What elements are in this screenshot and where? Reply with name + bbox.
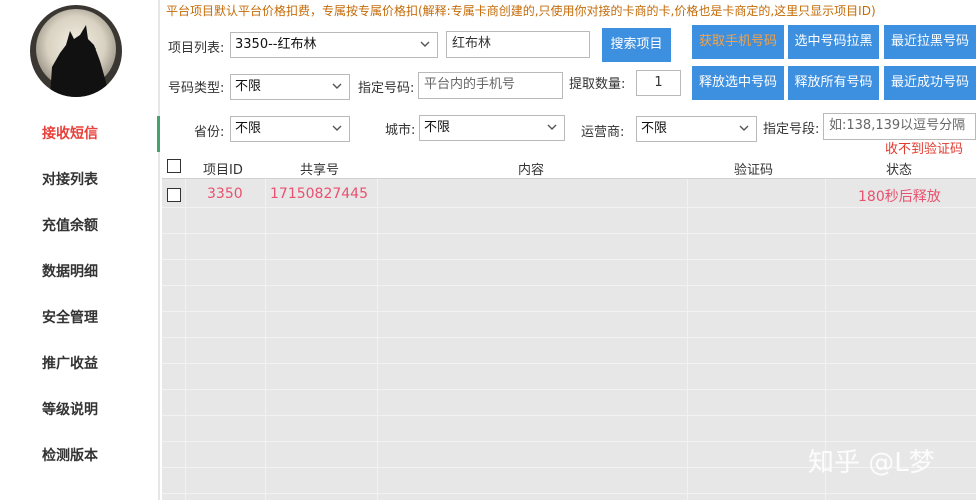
city-value: 不限 xyxy=(424,120,451,135)
segment-input[interactable]: 如:138,139以逗号分隔 xyxy=(823,113,976,140)
blacklist-selected-button[interactable]: 选中号码拉黑 xyxy=(788,25,879,59)
sidebar-item-referral-earnings[interactable]: 推广收益 xyxy=(0,346,158,382)
number-type-select[interactable]: 不限 xyxy=(230,74,350,100)
grid-line xyxy=(162,285,976,286)
project-list-label: 项目列表: xyxy=(168,41,225,56)
sidebar-item-level-info[interactable]: 等级说明 xyxy=(0,392,158,428)
grid-line xyxy=(162,233,976,234)
project-select[interactable]: 3350--红布林 xyxy=(230,32,438,58)
sidebar-item-integration-list[interactable]: 对接列表 xyxy=(0,162,158,198)
province-value: 不限 xyxy=(235,121,262,136)
fetch-count-input[interactable]: 1 xyxy=(636,70,681,96)
table-header: 项目ID 共享号 内容 验证码 状态 xyxy=(162,155,976,179)
grid-line xyxy=(162,259,976,260)
grid-line xyxy=(162,493,976,494)
chevron-down-icon xyxy=(418,36,432,52)
project-search-input[interactable]: 红布林 xyxy=(446,31,590,58)
project-select-value: 3350--红布林 xyxy=(235,37,317,52)
sidebar-item-data-details[interactable]: 数据明细 xyxy=(0,254,158,290)
specify-number-input[interactable]: 平台内的手机号 xyxy=(418,72,563,99)
row-checkbox[interactable] xyxy=(167,188,181,202)
province-label: 省份: xyxy=(194,125,225,140)
chevron-down-icon xyxy=(330,78,344,94)
release-selected-button[interactable]: 释放选中号码 xyxy=(692,66,784,100)
chevron-down-icon xyxy=(545,119,559,135)
release-all-button[interactable]: 释放所有号码 xyxy=(788,66,879,100)
sidebar-item-recharge[interactable]: 充值余额 xyxy=(0,208,158,244)
get-phone-number-button[interactable]: 获取手机号码 xyxy=(692,25,784,59)
recent-success-button[interactable]: 最近成功号码 xyxy=(884,66,976,100)
grid-line xyxy=(162,337,976,338)
carrier-value: 不限 xyxy=(641,121,668,136)
cell-shared-number: 17150827445 xyxy=(270,186,368,202)
watermark-text: 知乎 @L梦 xyxy=(808,448,935,478)
grid-line xyxy=(185,179,186,500)
specify-number-label: 指定号码: xyxy=(358,81,415,96)
fetch-count-label: 提取数量: xyxy=(569,77,626,92)
grid-line xyxy=(265,179,266,500)
header-project-id[interactable]: 项目ID xyxy=(203,159,243,178)
search-project-button[interactable]: 搜索项目 xyxy=(602,28,671,62)
sidebar: 接收短信 对接列表 充值余额 数据明细 安全管理 推广收益 等级说明 检测版本 xyxy=(0,0,160,500)
city-label: 城市: xyxy=(385,123,416,138)
grid-line xyxy=(162,207,976,208)
select-all-checkbox[interactable] xyxy=(167,159,181,173)
sidebar-item-security[interactable]: 安全管理 xyxy=(0,300,158,336)
province-select[interactable]: 不限 xyxy=(230,116,350,142)
header-status[interactable]: 状态 xyxy=(886,159,912,178)
chevron-down-icon xyxy=(330,120,344,136)
grid-line xyxy=(162,415,976,416)
chevron-down-icon xyxy=(737,120,751,136)
carrier-label: 运营商: xyxy=(581,125,625,140)
segment-label: 指定号段: xyxy=(763,122,820,137)
avatar[interactable] xyxy=(30,5,122,97)
carrier-select[interactable]: 不限 xyxy=(636,116,757,142)
cell-status: 180秒后释放 xyxy=(858,189,941,205)
header-code[interactable]: 验证码 xyxy=(734,159,773,178)
sidebar-item-receive-sms[interactable]: 接收短信 xyxy=(0,116,158,152)
number-type-label: 号码类型: xyxy=(168,81,225,96)
header-content[interactable]: 内容 xyxy=(518,159,544,178)
cell-project-id: 3350 xyxy=(207,186,243,202)
grid-line xyxy=(162,389,976,390)
grid-line xyxy=(162,311,976,312)
notice-text: 平台项目默认平台价格扣费，专属按专属价格扣(解释:专属卡商创建的,只使用你对接的… xyxy=(166,4,876,18)
grid-line xyxy=(162,363,976,364)
sidebar-item-check-version[interactable]: 检测版本 xyxy=(0,438,158,474)
city-select[interactable]: 不限 xyxy=(419,115,565,141)
recent-blacklist-button[interactable]: 最近拉黑号码 xyxy=(884,25,976,59)
number-type-value: 不限 xyxy=(235,79,262,94)
grid-line xyxy=(687,179,688,500)
header-shared-number[interactable]: 共享号 xyxy=(300,159,339,178)
grid-line xyxy=(377,179,378,500)
